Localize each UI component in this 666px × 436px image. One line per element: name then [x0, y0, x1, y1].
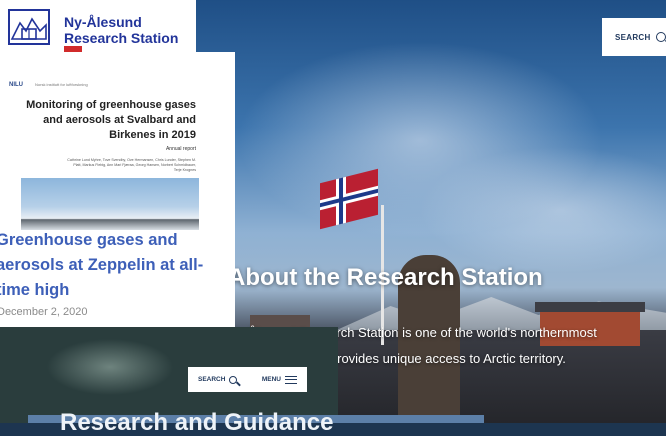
- news-title-link[interactable]: Greenhouse gases and aerosols at Zeppeli…: [0, 228, 232, 303]
- station-logo-icon: [8, 9, 50, 45]
- hero-title: About the Research Station: [228, 264, 543, 291]
- station-logo[interactable]: Ny-Ålesund Research Station: [0, 0, 196, 52]
- search-label: SEARCH: [615, 32, 651, 42]
- report-photo: [21, 178, 199, 230]
- overlay-menu-button[interactable]: MENU: [261, 375, 297, 384]
- overlay-nav-bar: SEARCH MENU: [188, 367, 307, 392]
- search-icon: [229, 375, 238, 384]
- search-button[interactable]: SEARCH: [602, 18, 666, 56]
- overlay-search-label: SEARCH: [198, 376, 226, 383]
- station-name: Ny-Ålesund Research Station: [64, 14, 178, 46]
- search-icon: [655, 32, 666, 42]
- hamburger-menu-icon: [285, 375, 297, 384]
- station-name-line1: Ny-Ålesund: [64, 14, 142, 30]
- bottom-heading[interactable]: Research and Guidance: [60, 411, 333, 435]
- overlay-search-button[interactable]: SEARCH: [198, 375, 238, 384]
- report-authors: Cathrine Lund Myhre, Tove Svendby, Ove H…: [67, 158, 196, 173]
- report-title: Monitoring of greenhouse gases and aeros…: [26, 99, 196, 141]
- station-name-line2: Research Station: [64, 30, 179, 46]
- news-card[interactable]: NILU Norsk institutt for luftforskning M…: [0, 52, 235, 327]
- news-date: December 2, 2020: [0, 306, 88, 318]
- building-roof: [535, 302, 645, 312]
- report-org-sub: Norsk institutt for luftforskning: [35, 82, 88, 87]
- overlay-menu-label: MENU: [261, 376, 281, 383]
- report-type: Annual report: [165, 146, 196, 152]
- report-org: NILU: [9, 82, 23, 88]
